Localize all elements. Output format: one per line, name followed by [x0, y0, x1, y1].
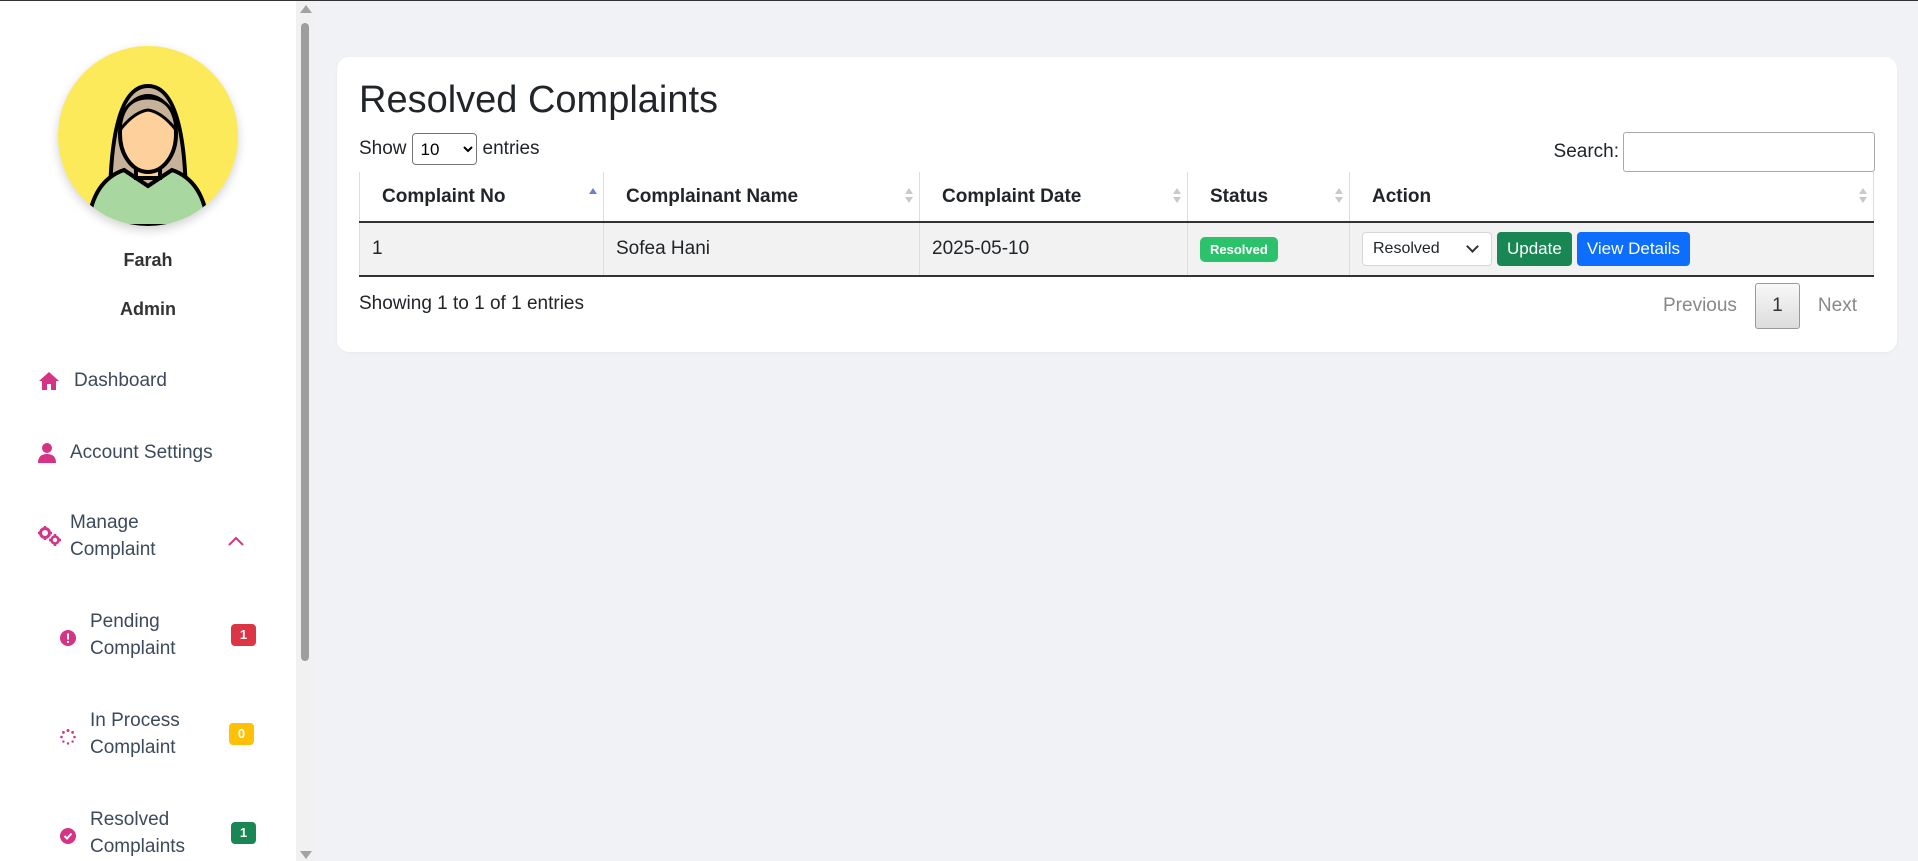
table-row: 1 Sofea Hani 2025-05-10 Resolved Resolve… — [359, 222, 1874, 277]
status-badge: Resolved — [1200, 236, 1278, 262]
search-box: Search: — [1554, 132, 1875, 172]
search-input[interactable] — [1623, 132, 1875, 172]
chevron-up-icon[interactable] — [228, 527, 244, 554]
cell-complainant-name: Sofea Hani — [603, 222, 920, 277]
sort-icon — [1173, 188, 1181, 204]
exclamation-circle-icon — [60, 627, 76, 646]
sidebar-item-in-process-complaint[interactable]: In Process Complaint — [60, 707, 210, 761]
sidebar-item-label-line2: Complaint — [90, 638, 176, 659]
sidebar-item-dashboard[interactable]: Dashboard — [38, 367, 167, 394]
status-select-value: Resolved — [1373, 240, 1440, 257]
in-process-count-badge: 0 — [229, 723, 254, 745]
resolved-complaints-card: Resolved Complaints Show 10 25 50 100 en… — [337, 57, 1897, 352]
entries-label: entries — [482, 138, 540, 159]
sidebar-item-pending-complaint[interactable]: Pending Complaint — [60, 608, 210, 662]
sort-icon — [905, 188, 913, 204]
cell-complaint-date: 2025-05-10 — [919, 222, 1188, 277]
sidebar-item-label: Dashboard — [74, 370, 167, 391]
sidebar-item-label-line1: Resolved — [90, 809, 170, 830]
cell-status: Resolved — [1187, 222, 1350, 277]
sort-icon — [1859, 188, 1867, 204]
table-info: Showing 1 to 1 of 1 entries — [359, 293, 584, 314]
spinner-icon — [60, 726, 76, 745]
sidebar-item-resolved-complaints[interactable]: Resolved Complaints — [60, 806, 210, 860]
sort-icon — [1335, 188, 1343, 204]
sidebar-item-label-line2: Complaint — [90, 737, 176, 758]
status-select[interactable]: Resolved — [1362, 232, 1492, 266]
home-icon — [38, 370, 60, 392]
avatar — [58, 46, 238, 226]
column-header-complainant-name[interactable]: Complainant Name — [603, 172, 920, 223]
resolved-count-badge: 1 — [231, 822, 256, 844]
sidebar-item-label-line2: Complaint — [70, 539, 156, 560]
scrollbar-thumb[interactable] — [301, 23, 309, 661]
user-name: Farah — [123, 250, 173, 270]
user-role: Admin — [120, 299, 176, 319]
sidebar-item-account-settings[interactable]: Account Settings — [38, 439, 213, 466]
show-entries: Show 10 25 50 100 entries — [359, 133, 540, 165]
view-details-button[interactable]: View Details — [1576, 232, 1691, 266]
table-header-row: Complaint No Complainant Name Complaint … — [359, 172, 1874, 223]
page-title: Resolved Complaints — [359, 79, 719, 121]
sidebar-item-label: Account Settings — [70, 442, 213, 463]
column-header-complaint-date[interactable]: Complaint Date — [919, 172, 1188, 223]
search-label: Search: — [1553, 141, 1619, 162]
scroll-up-arrow-icon[interactable] — [300, 5, 312, 13]
sidebar-item-label-line1: Manage — [70, 512, 139, 533]
pagination: Previous 1 Next — [1645, 283, 1875, 329]
check-circle-icon — [60, 825, 76, 844]
sidebar: Farah Admin Dashboard Account Settings M… — [0, 1, 296, 861]
complaints-table: Complaint No Complainant Name Complaint … — [359, 172, 1874, 277]
previous-page-button[interactable]: Previous — [1645, 295, 1755, 317]
column-header-status[interactable]: Status — [1187, 172, 1350, 223]
page-length-select[interactable]: 10 25 50 100 — [411, 133, 477, 165]
sidebar-scrollbar[interactable] — [296, 1, 314, 861]
next-page-button[interactable]: Next — [1800, 295, 1875, 317]
gears-icon — [38, 525, 61, 547]
user-icon — [38, 442, 60, 464]
column-header-complaint-no[interactable]: Complaint No — [359, 172, 604, 223]
column-header-action[interactable]: Action — [1349, 172, 1874, 223]
scroll-down-arrow-icon[interactable] — [300, 851, 312, 859]
chevron-down-icon — [1466, 240, 1479, 253]
show-label: Show — [359, 138, 407, 159]
pending-count-badge: 1 — [231, 624, 256, 646]
update-button[interactable]: Update — [1497, 232, 1572, 266]
sidebar-item-label-line1: In Process — [90, 710, 180, 731]
page-1-button[interactable]: 1 — [1754, 283, 1800, 329]
sidebar-item-manage-complaint[interactable]: Manage Complaint — [38, 509, 258, 563]
user-avatar-icon — [85, 83, 211, 226]
sidebar-item-label-line2: Complaints — [90, 836, 186, 857]
sidebar-item-label-line1: Pending — [90, 611, 160, 632]
sort-ascending-icon — [589, 188, 597, 204]
cell-action: Resolved Update View Details — [1349, 222, 1874, 277]
cell-complaint-no: 1 — [359, 222, 604, 277]
